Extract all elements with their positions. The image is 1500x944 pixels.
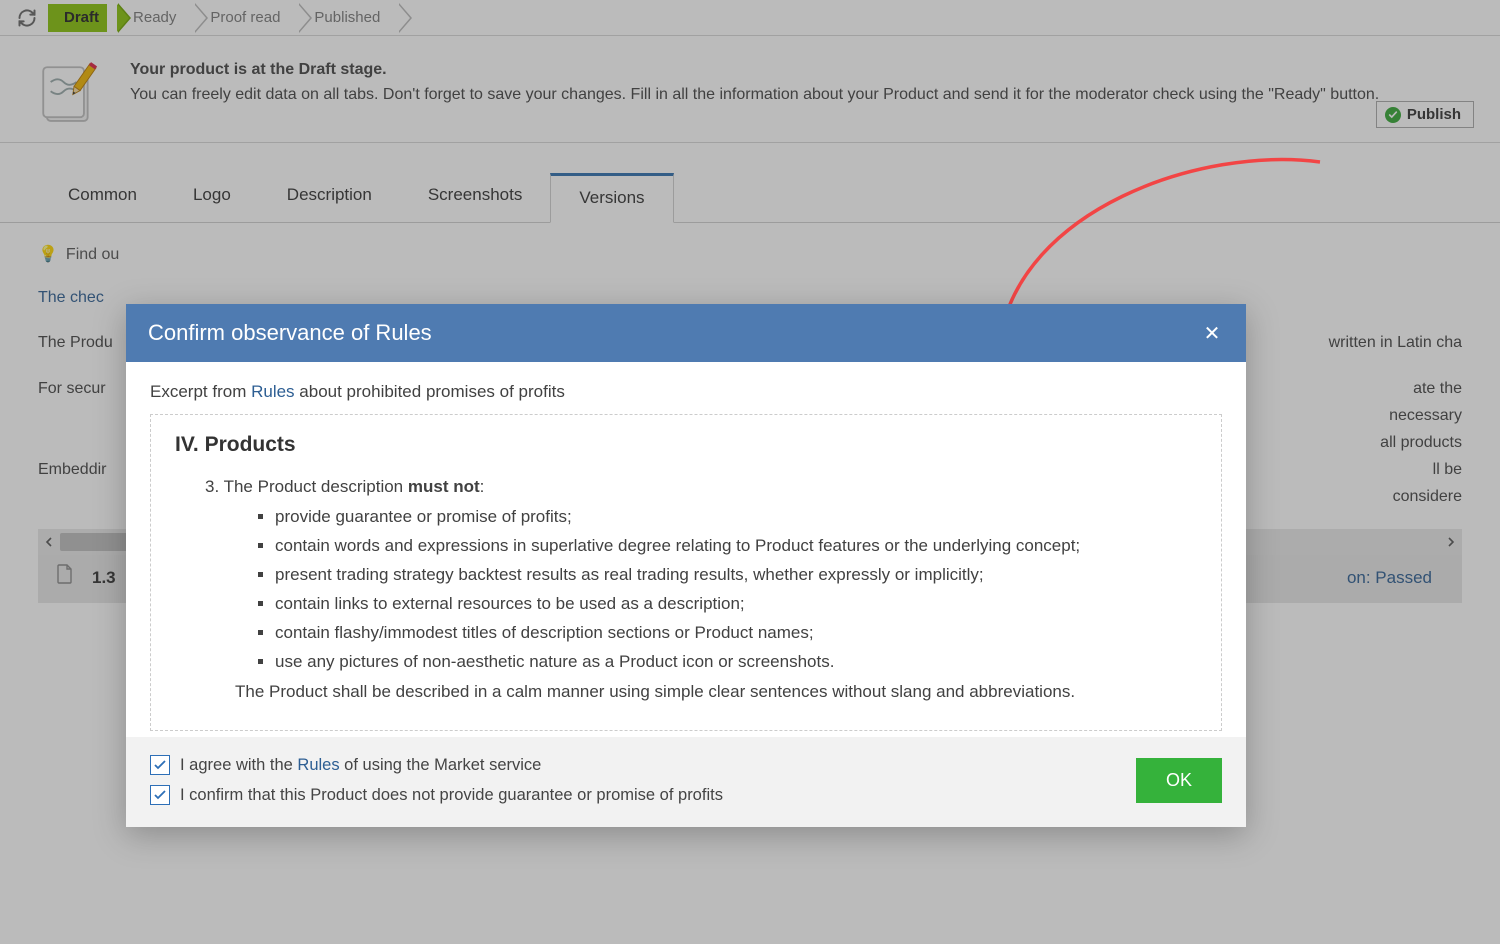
rule-bullet-list: provide guarantee or promise of profits;… [205, 503, 1197, 676]
rule-bullet: contain flashy/immodest titles of descri… [275, 619, 1197, 647]
agree-no-profit-promise-checkbox-row[interactable]: I confirm that this Product does not pro… [150, 785, 723, 805]
rules-link[interactable]: Rules [297, 756, 339, 774]
ok-label: OK [1166, 770, 1192, 790]
rule-closing-sentence: The Product shall be described in a calm… [205, 678, 1197, 706]
agree-rules-label: I agree with the Rules of using the Mark… [180, 756, 541, 775]
rules-excerpt-box: IV. Products 3. The Product description … [150, 414, 1222, 731]
agree-no-profit-label: I confirm that this Product does not pro… [180, 786, 723, 805]
rules-confirmation-dialog: Confirm observance of Rules ✕ Excerpt fr… [126, 304, 1246, 827]
agreement-checks: I agree with the Rules of using the Mark… [150, 755, 723, 805]
dialog-title: Confirm observance of Rules [148, 320, 432, 346]
rule-bullet: present trading strategy backtest result… [275, 561, 1197, 589]
agree-rules-checkbox-row[interactable]: I agree with the Rules of using the Mark… [150, 755, 723, 775]
excerpt-intro: Excerpt from Rules about prohibited prom… [150, 382, 1222, 402]
dialog-header: Confirm observance of Rules ✕ [126, 304, 1246, 362]
checkbox-icon[interactable] [150, 755, 170, 775]
dialog-footer: I agree with the Rules of using the Mark… [126, 737, 1246, 827]
rule-item-3: 3. The Product description must not: pro… [175, 473, 1197, 706]
rules-section-heading: IV. Products [175, 433, 1197, 457]
checkbox-icon[interactable] [150, 785, 170, 805]
rule-bullet: provide guarantee or promise of profits; [275, 503, 1197, 531]
dialog-body: Excerpt from Rules about prohibited prom… [126, 362, 1246, 737]
ok-button[interactable]: OK [1136, 758, 1222, 803]
rule-bullet: contain words and expressions in superla… [275, 532, 1197, 560]
rule-bullet: contain links to external resources to b… [275, 590, 1197, 618]
rule-bullet: use any pictures of non-aesthetic nature… [275, 648, 1197, 676]
rules-link[interactable]: Rules [251, 382, 294, 401]
close-icon[interactable]: ✕ [1200, 321, 1224, 346]
